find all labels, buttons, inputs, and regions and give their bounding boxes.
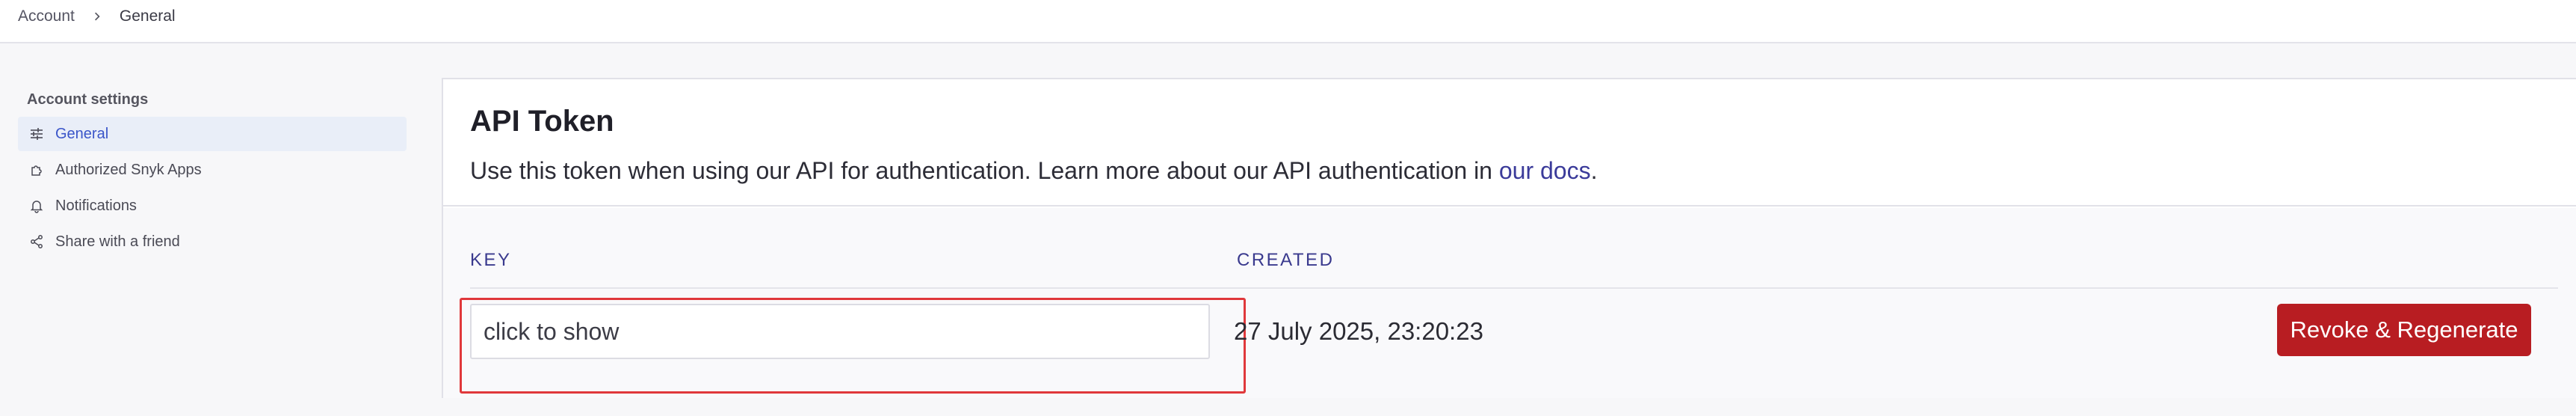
chevron-right-icon [93,11,103,22]
panel-description: Use this token when using our API for au… [470,157,1597,185]
sliders-icon [28,126,45,142]
share-icon [28,233,45,250]
description-suffix: . [1590,157,1598,184]
breadcrumb: Account General [18,6,176,27]
sidebar-item-share-with-a-friend[interactable]: Share with a friend [18,224,407,259]
panel-header: API Token Use this token when using our … [443,79,2576,207]
bell-icon [28,198,45,214]
sidebar-item-label: Notifications [55,197,137,214]
created-timestamp: 27 July 2025, 23:20:23 [1234,317,1483,345]
sidebar-item-label: Share with a friend [55,233,180,250]
sidebar-heading: Account settings [27,91,149,108]
top-bar: Account General [0,0,2576,43]
sidebar-item-label: General [55,125,109,142]
breadcrumb-general: General [119,7,176,25]
settings-sidebar: Account settings General Authorized Snyk… [18,82,407,260]
sidebar-item-notifications[interactable]: Notifications [18,189,407,223]
key-column-header: KEY [470,250,512,270]
docs-link[interactable]: our docs [1499,157,1591,184]
revoke-regenerate-button[interactable]: Revoke & Regenerate [2277,304,2531,356]
api-key-input[interactable] [470,304,1210,359]
api-token-panel: API Token Use this token when using our … [442,78,2576,398]
breadcrumb-account[interactable]: Account [18,7,75,25]
sidebar-item-general[interactable]: General [18,117,407,151]
description-text: Use this token when using our API for au… [470,157,1499,184]
created-column-header: CREATED [1237,250,1335,270]
sidebar-item-authorized-snyk-apps[interactable]: Authorized Snyk Apps [18,153,407,187]
header-divider [470,287,2558,289]
panel-title: API Token [470,105,614,138]
puzzle-icon [28,162,45,178]
token-table: KEY CREATED 27 July 2025, 23:20:23 Revok… [443,208,2576,398]
sidebar-item-label: Authorized Snyk Apps [55,161,202,178]
